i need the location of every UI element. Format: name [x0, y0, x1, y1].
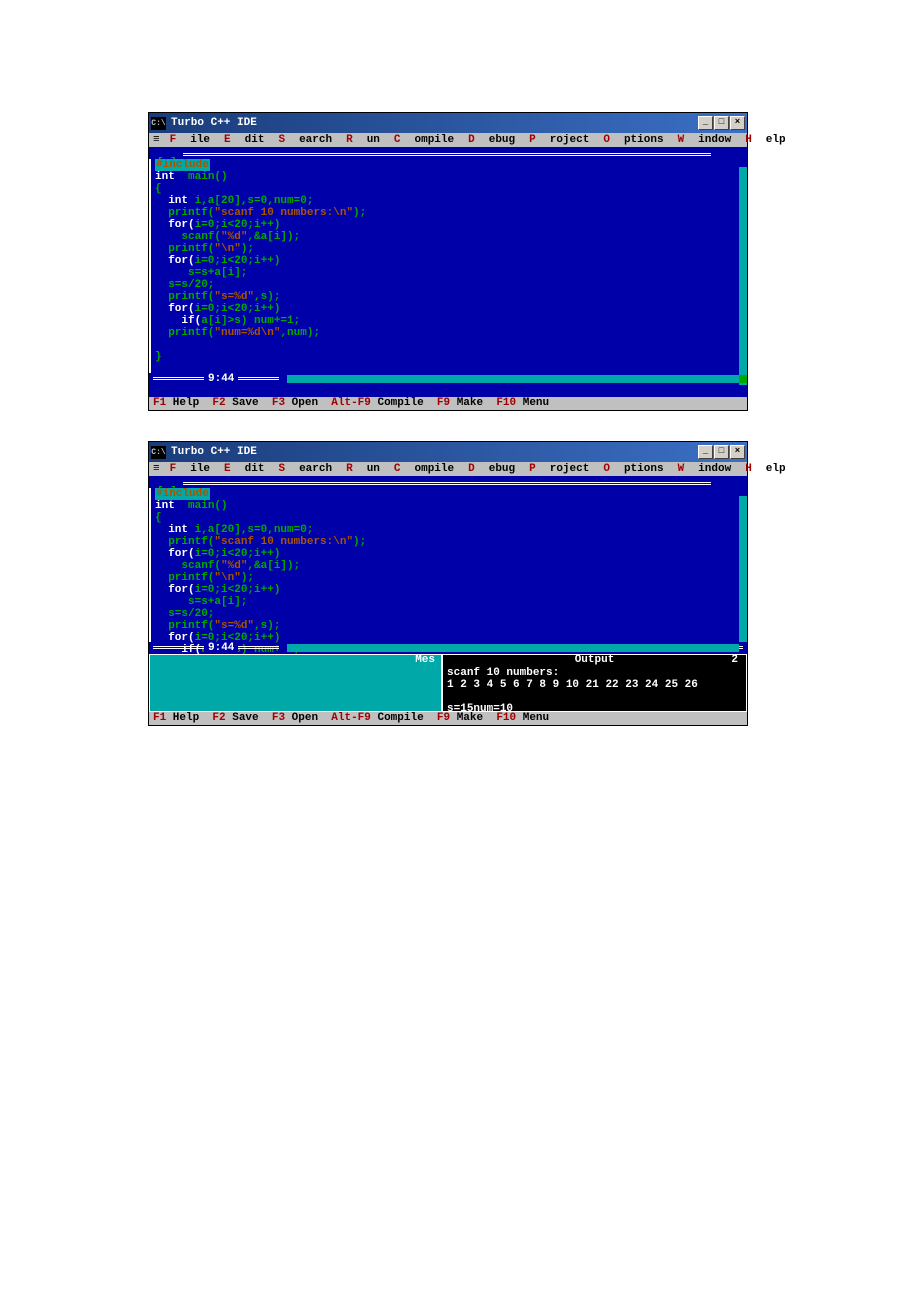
titlebar[interactable]: C:\ Turbo C++ IDE _ □ × [149, 442, 747, 462]
cursor-position: 9:44 [204, 373, 238, 385]
menu-dit[interactable]: Edit [224, 134, 264, 146]
menubar[interactable]: ≡ File Edit Search Run Compile Debug Project Op… [149, 462, 747, 476]
lower-panes: Mes Output 2 scanf 10 numbers: 1 2 3 4 5… [149, 654, 747, 712]
menu-dit[interactable]: Edit [224, 463, 264, 475]
horizontal-scrollbar[interactable] [279, 375, 739, 383]
menu-ptions[interactable]: Options [603, 463, 663, 475]
menu-un[interactable]: Run [346, 463, 380, 475]
title-text: Turbo C++ IDE [171, 446, 698, 458]
menu-ompile[interactable]: Compile [394, 134, 454, 146]
output-pane[interactable]: Output 2 scanf 10 numbers: 1 2 3 4 5 6 7… [442, 654, 747, 712]
app-icon: C:\ [151, 117, 166, 130]
menu-earch[interactable]: Search [278, 134, 332, 146]
cursor-position: 9:44 [204, 642, 238, 654]
minimize-button[interactable]: _ [698, 445, 713, 459]
ide-window-1: C:\ Turbo C++ IDE _ □ × ≡ File Edit Search… [148, 112, 748, 411]
message-pane[interactable]: Mes [149, 654, 442, 712]
maximize-button[interactable]: □ [714, 116, 729, 130]
editor-bottom-frame: 9:44 [149, 642, 747, 654]
maximize-button[interactable]: □ [714, 445, 729, 459]
app-icon: C:\ [151, 446, 166, 459]
message-label: Mes [413, 654, 437, 666]
code-editor[interactable]: #include int main() { int i,a[20],s=0,nu… [149, 159, 747, 373]
vertical-scrollbar[interactable] [739, 159, 747, 385]
menu-ptions[interactable]: Options [603, 134, 663, 146]
menu-elp[interactable]: Help [745, 134, 785, 146]
menu-ebug[interactable]: Debug [468, 463, 515, 475]
menu-un[interactable]: Run [346, 134, 380, 146]
titlebar[interactable]: C:\ Turbo C++ IDE _ □ × [149, 113, 747, 133]
close-button[interactable]: × [730, 445, 745, 459]
editor-area[interactable]: [■] ═ E:1\2.CPP ═ 3=[↑]= #include int ma… [149, 476, 747, 654]
system-menu[interactable]: ≡ [153, 134, 160, 146]
title-text: Turbo C++ IDE [171, 117, 698, 129]
ide-window-2: C:\ Turbo C++ IDE _ □ × ≡ File Edit Search… [148, 441, 748, 726]
menu-elp[interactable]: Help [745, 463, 785, 475]
menu-ompile[interactable]: Compile [394, 463, 454, 475]
menu-ile[interactable]: File [170, 463, 210, 475]
menu-indow[interactable]: Window [678, 134, 732, 146]
output-text: scanf 10 numbers: 1 2 3 4 5 6 7 8 9 10 2… [447, 667, 742, 715]
menu-roject[interactable]: Project [529, 463, 589, 475]
horizontal-scrollbar[interactable] [279, 644, 739, 652]
code-editor[interactable]: #include int main() { int i,a[20],s=0,nu… [149, 488, 747, 642]
menu-earch[interactable]: Search [278, 463, 332, 475]
output-winnum: 2 [731, 654, 738, 666]
menu-indow[interactable]: Window [678, 463, 732, 475]
minimize-button[interactable]: _ [698, 116, 713, 130]
statusbar: F1 Help F2 Save F3 Open Alt-F9 Compile F… [149, 397, 747, 410]
menu-roject[interactable]: Project [529, 134, 589, 146]
menu-ile[interactable]: File [170, 134, 210, 146]
editor-bottom-frame: 9:44 [149, 373, 747, 385]
close-button[interactable]: × [730, 116, 745, 130]
output-label: Output [573, 654, 617, 666]
vertical-scrollbar[interactable] [739, 488, 747, 642]
editor-area[interactable]: [■] ═ E:1\2.CPP ═ 3=[↕]= #include int ma… [149, 147, 747, 397]
menu-ebug[interactable]: Debug [468, 134, 515, 146]
system-menu[interactable]: ≡ [153, 463, 160, 475]
menubar[interactable]: ≡ File Edit Search Run Compile Debug Project Op… [149, 133, 747, 147]
